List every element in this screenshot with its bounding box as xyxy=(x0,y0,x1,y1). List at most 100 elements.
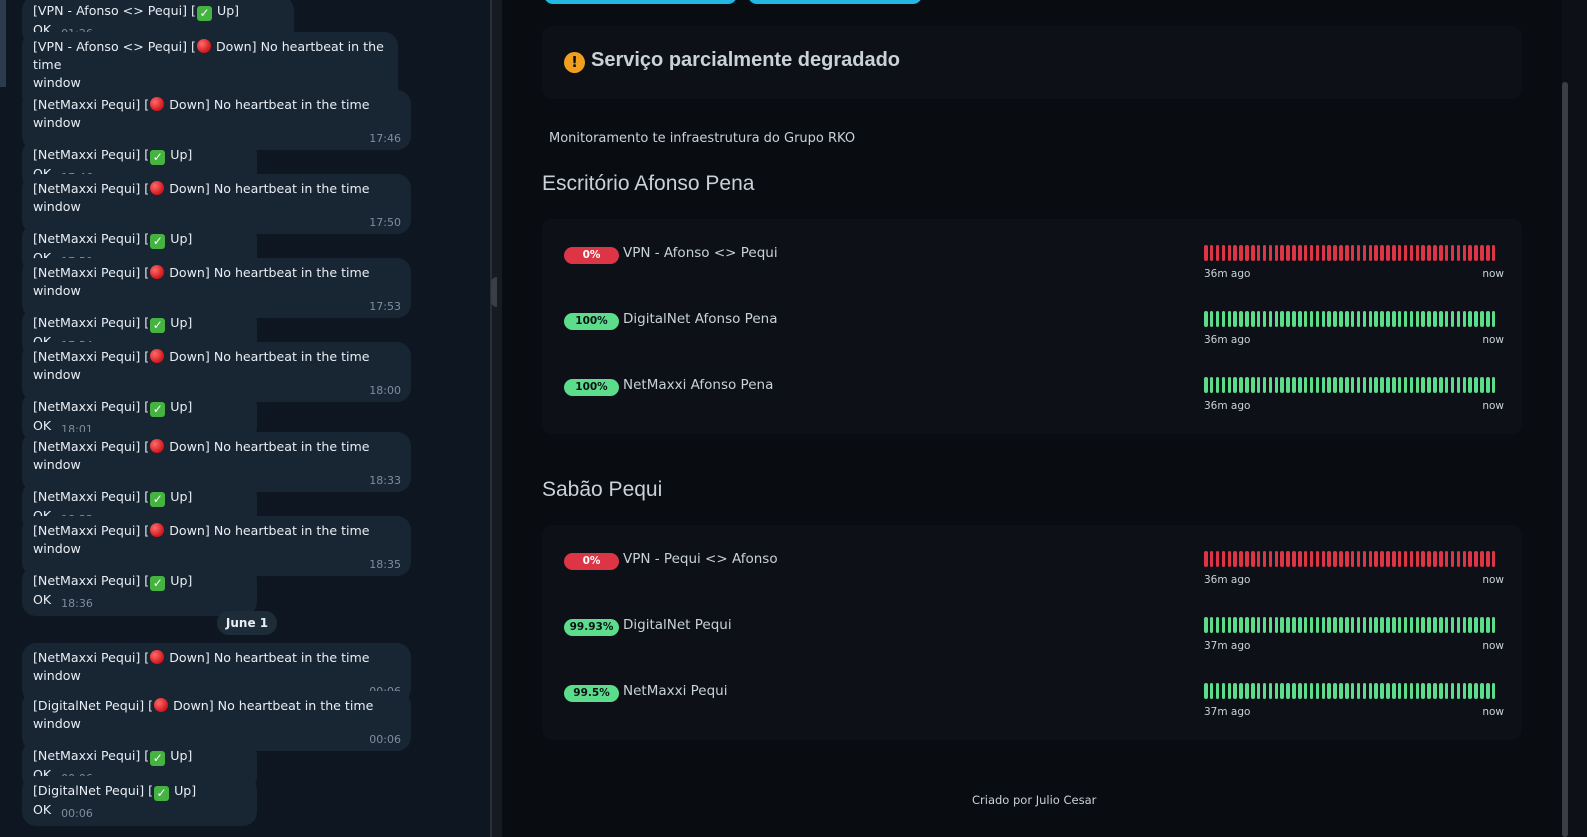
heartbeat-tick[interactable] xyxy=(1333,617,1337,633)
heartbeat-tick[interactable] xyxy=(1274,311,1279,327)
heartbeat-tick[interactable] xyxy=(1480,377,1484,393)
heartbeat-tick[interactable] xyxy=(1386,683,1390,699)
heartbeat-tick[interactable] xyxy=(1491,245,1496,261)
heartbeat-tick[interactable] xyxy=(1368,683,1373,699)
heartbeat-tick[interactable] xyxy=(1233,551,1237,567)
heartbeat-tick[interactable] xyxy=(1450,551,1455,567)
heartbeat-tick[interactable] xyxy=(1380,311,1384,327)
heartbeat-tick[interactable] xyxy=(1256,377,1261,393)
heartbeat-tick[interactable] xyxy=(1303,683,1308,699)
heartbeat-tick[interactable] xyxy=(1486,377,1490,393)
heartbeat-tick[interactable] xyxy=(1227,551,1232,567)
heartbeat-tick[interactable] xyxy=(1268,245,1273,261)
heartbeat-tick[interactable] xyxy=(1345,311,1349,327)
heartbeat-tick[interactable] xyxy=(1209,377,1214,393)
heartbeat-tick[interactable] xyxy=(1327,311,1331,327)
heartbeat-tick[interactable] xyxy=(1227,683,1232,699)
heartbeat-tick[interactable] xyxy=(1280,245,1284,261)
heartbeat-tick[interactable] xyxy=(1462,311,1467,327)
heartbeat-tick[interactable] xyxy=(1392,617,1396,633)
heartbeat-tick[interactable] xyxy=(1309,377,1314,393)
heartbeat-tick[interactable] xyxy=(1474,617,1478,633)
heartbeat-tick[interactable] xyxy=(1362,245,1367,261)
heartbeat-tick[interactable] xyxy=(1462,683,1467,699)
scrollbar-thumb[interactable] xyxy=(1562,82,1568,837)
heartbeat-tick[interactable] xyxy=(1403,245,1408,261)
heartbeat-tick[interactable] xyxy=(1239,551,1243,567)
heartbeat-tick[interactable] xyxy=(1286,377,1290,393)
chat-message[interactable]: [DigitalNet Pequi] [✓ Up] OK 00:06 xyxy=(22,776,257,826)
heartbeat-tick[interactable] xyxy=(1245,377,1249,393)
heartbeat-tick[interactable] xyxy=(1256,683,1261,699)
heartbeat-tick[interactable] xyxy=(1380,377,1384,393)
heartbeat-tick[interactable] xyxy=(1227,377,1232,393)
heartbeat-tick[interactable] xyxy=(1245,245,1249,261)
heartbeat-tick[interactable] xyxy=(1409,551,1414,567)
heartbeat-tick[interactable] xyxy=(1456,551,1461,567)
heartbeat-tick[interactable] xyxy=(1356,245,1361,261)
heartbeat-tick[interactable] xyxy=(1450,683,1455,699)
heartbeat-tick[interactable] xyxy=(1409,311,1414,327)
heartbeat-tick[interactable] xyxy=(1439,683,1443,699)
heartbeat-tick[interactable] xyxy=(1392,377,1396,393)
heartbeat-tick[interactable] xyxy=(1486,683,1490,699)
heartbeat-tick[interactable] xyxy=(1204,311,1208,327)
heartbeat-tick[interactable] xyxy=(1327,245,1331,261)
heartbeat-tick[interactable] xyxy=(1221,551,1226,567)
heartbeat-tick[interactable] xyxy=(1251,245,1255,261)
heartbeat-tick[interactable] xyxy=(1439,311,1443,327)
heartbeat-tick[interactable] xyxy=(1333,683,1337,699)
heartbeat-tick[interactable] xyxy=(1456,245,1461,261)
heartbeat-tick[interactable] xyxy=(1233,245,1237,261)
heartbeat-tick[interactable] xyxy=(1245,617,1249,633)
heartbeat-tick[interactable] xyxy=(1486,245,1490,261)
heartbeat-tick[interactable] xyxy=(1280,551,1284,567)
heartbeat-tick[interactable] xyxy=(1298,551,1302,567)
heartbeat-tick[interactable] xyxy=(1292,683,1296,699)
heartbeat-tick[interactable] xyxy=(1292,311,1296,327)
heartbeat-tick[interactable] xyxy=(1380,683,1384,699)
heartbeat-tick[interactable] xyxy=(1439,551,1443,567)
heartbeat-tick[interactable] xyxy=(1350,311,1355,327)
heartbeat-tick[interactable] xyxy=(1262,617,1267,633)
heartbeat-tick[interactable] xyxy=(1480,551,1484,567)
heartbeat-tick[interactable] xyxy=(1380,617,1384,633)
heartbeat-tick[interactable] xyxy=(1221,377,1226,393)
heartbeat-tick[interactable] xyxy=(1215,551,1220,567)
heartbeat-tick[interactable] xyxy=(1456,377,1461,393)
heartbeat-tick[interactable] xyxy=(1256,311,1261,327)
heartbeat-tick[interactable] xyxy=(1345,551,1349,567)
heartbeat-tick[interactable] xyxy=(1215,617,1220,633)
heartbeat-tick[interactable] xyxy=(1251,683,1255,699)
heartbeat-tick[interactable] xyxy=(1204,617,1208,633)
heartbeat-tick[interactable] xyxy=(1368,245,1373,261)
heartbeat-tick[interactable] xyxy=(1280,311,1284,327)
heartbeat-tick[interactable] xyxy=(1433,311,1437,327)
heartbeat-tick[interactable] xyxy=(1403,551,1408,567)
heartbeat-tick[interactable] xyxy=(1204,683,1208,699)
heartbeat-tick[interactable] xyxy=(1274,377,1279,393)
heartbeat-tick[interactable] xyxy=(1444,245,1449,261)
heartbeat-tick[interactable] xyxy=(1480,683,1484,699)
heartbeat-tick[interactable] xyxy=(1427,683,1431,699)
heartbeat-tick[interactable] xyxy=(1227,617,1232,633)
heartbeat-tick[interactable] xyxy=(1256,617,1261,633)
heartbeat-tick[interactable] xyxy=(1315,245,1320,261)
heartbeat-tick[interactable] xyxy=(1233,311,1237,327)
heartbeat-tick[interactable] xyxy=(1374,245,1378,261)
heartbeat-tick[interactable] xyxy=(1386,245,1390,261)
heartbeat-tick[interactable] xyxy=(1286,245,1290,261)
heartbeat-tick[interactable] xyxy=(1368,311,1373,327)
heartbeat-tick[interactable] xyxy=(1298,377,1302,393)
heartbeat-tick[interactable] xyxy=(1409,377,1414,393)
heartbeat-tick[interactable] xyxy=(1427,617,1431,633)
heartbeat-tick[interactable] xyxy=(1251,377,1255,393)
heartbeat-tick[interactable] xyxy=(1421,311,1425,327)
heartbeat-tick[interactable] xyxy=(1392,551,1396,567)
heartbeat-tick[interactable] xyxy=(1215,377,1220,393)
heartbeat-tick[interactable] xyxy=(1274,551,1279,567)
heartbeat-tick[interactable] xyxy=(1345,377,1349,393)
heartbeat-tick[interactable] xyxy=(1333,311,1337,327)
heartbeat-tick[interactable] xyxy=(1444,683,1449,699)
heartbeat-tick[interactable] xyxy=(1450,377,1455,393)
